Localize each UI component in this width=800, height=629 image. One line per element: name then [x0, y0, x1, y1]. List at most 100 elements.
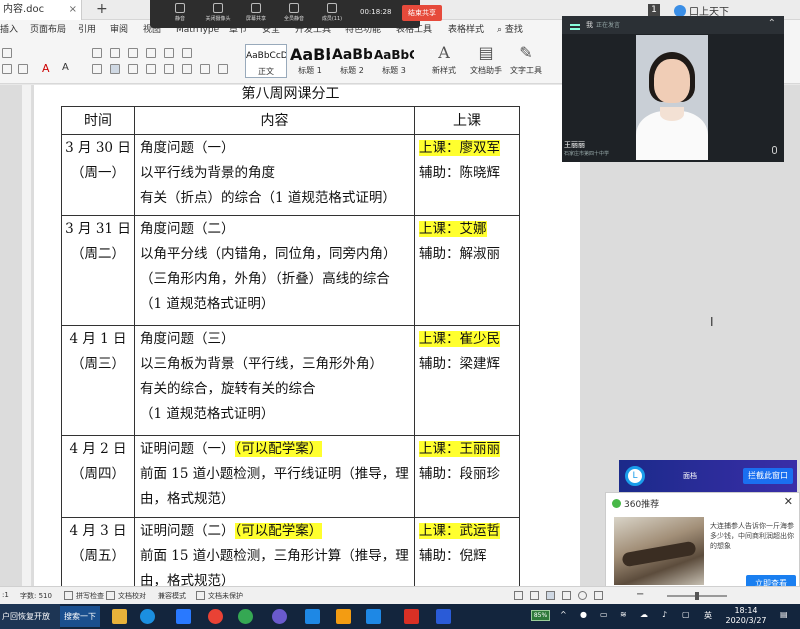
edit-icon[interactable] — [530, 591, 539, 600]
tray-app-icon[interactable]: ● — [580, 610, 587, 619]
content-cell[interactable]: 角度问题（一） 以平行线为背景的角度 有关（折点）的综合（1 道规范格式证明） — [134, 133, 415, 216]
table-row[interactable]: 3 月 31 日 （周二） 角度问题（二） 以角平分线（内错角，同位角，同旁内角… — [61, 214, 520, 326]
style-heading-2[interactable]: AaBb( 标题 2 — [332, 44, 372, 78]
bullets-icon[interactable] — [92, 48, 102, 58]
qq-browser-icon[interactable] — [238, 609, 253, 624]
network-icon[interactable]: ▭ — [600, 610, 608, 619]
eye-icon[interactable] — [514, 591, 523, 600]
ime-indicator[interactable]: 英 — [704, 610, 712, 621]
read-view-icon[interactable] — [594, 591, 603, 600]
indent-icon[interactable] — [146, 48, 156, 58]
content-cell[interactable]: 证明问题（一）（可以配学案） 前面 15 道小题检测，平行线证明（推导，理 由，… — [134, 434, 415, 518]
menu-page-layout[interactable]: 页面布局 — [30, 20, 66, 40]
style-heading-3[interactable]: AaBbC( 标题 3 — [374, 44, 414, 78]
teacher-cell[interactable]: 上课：艾娜 辅助：解淑丽 — [414, 214, 520, 326]
page-view-icon[interactable] — [546, 591, 555, 600]
media-player-icon[interactable] — [272, 609, 287, 624]
table-row[interactable]: 4 月 3 日 （周五） 证明问题（二）（可以配学案） 前面 15 道小题检测，… — [61, 516, 520, 586]
date-cell[interactable]: 3 月 31 日 （周二） — [61, 214, 135, 326]
chrome-icon[interactable] — [208, 609, 223, 624]
justify-icon[interactable] — [146, 64, 156, 74]
table-row[interactable]: 4 月 1 日 （周三） 角度问题（三） 以三角板为背景（平行线，三角形外角） … — [61, 324, 520, 436]
zoom-out-icon[interactable]: − — [636, 589, 644, 600]
content-cell[interactable]: 证明问题（二）（可以配学案） 前面 15 道小题检测，三角形计算（推导，理 由，… — [134, 516, 415, 586]
teacher-cell[interactable]: 上课：崔少民 辅助：梁建辉 — [414, 324, 520, 436]
style-normal[interactable]: AaBbCcDd 正文 — [245, 44, 287, 78]
collapse-icon[interactable]: ⌃ — [768, 18, 776, 29]
teacher-cell[interactable]: 上课：王丽丽 辅助：段丽珍 — [414, 434, 520, 518]
protect-status[interactable]: 文档未保护 — [208, 591, 243, 601]
new-style-button[interactable]: A 新样式 — [424, 44, 464, 76]
document-page[interactable]: 第八周网课分工 时间 内容 上课 3 月 30 日 （周一） 角度问题（一） 以… — [34, 85, 580, 586]
web-view-icon[interactable] — [578, 591, 587, 600]
align-right-icon[interactable] — [128, 64, 138, 74]
content-cell[interactable]: 角度问题（三） 以三角板为背景（平行线，三角形外角） 有关的综合，旋转有关的综合… — [134, 324, 415, 436]
close-tab-icon[interactable]: × — [69, 0, 77, 20]
word-count[interactable]: 字数: 510 — [20, 591, 52, 601]
teacher-cell[interactable]: 上课：武运哲 辅助：倪辉 — [414, 516, 520, 586]
zoom-slider-knob[interactable] — [695, 592, 699, 600]
numbering-icon[interactable] — [110, 48, 120, 58]
360-browser-icon[interactable] — [140, 609, 155, 624]
office-icon[interactable] — [336, 609, 351, 624]
show-marks-icon[interactable] — [182, 48, 192, 58]
wifi-icon[interactable]: ≋ — [620, 610, 627, 619]
char-shading-icon[interactable]: A — [62, 62, 69, 73]
file-explorer-icon[interactable] — [112, 609, 127, 624]
volume-icon[interactable]: ♪ — [662, 610, 667, 619]
mute-button[interactable]: 静音 — [164, 2, 196, 22]
tray-expand-icon[interactable]: ^ — [560, 610, 567, 619]
date-cell[interactable]: 4 月 2 日 （周四） — [61, 434, 135, 518]
video-app-icon[interactable] — [176, 609, 191, 624]
document-tab[interactable]: 内容.doc × — [0, 0, 82, 20]
format-painter-icon[interactable] — [2, 48, 12, 58]
word-icon[interactable] — [436, 609, 451, 624]
teacher-cell[interactable]: 上课：廖双军 辅助：陈晓辉 — [414, 133, 520, 216]
menu-table-style[interactable]: 表格样式 — [448, 20, 484, 40]
taskbar-app-tab[interactable]: 户回恢复开放 — [0, 604, 60, 629]
display-icon[interactable]: ▢ — [682, 610, 690, 619]
table-row[interactable]: 4 月 2 日 （周四） 证明问题（一）（可以配学案） 前面 15 道小题检测，… — [61, 434, 520, 518]
dingtalk-icon[interactable] — [366, 609, 381, 624]
ad-text[interactable]: 大连捕参人告诉你一斤海参多少钱，中间商利润超出你的想象 — [710, 521, 796, 551]
line-spacing-icon[interactable] — [182, 64, 192, 74]
zoom-slider[interactable] — [667, 592, 727, 600]
page-indicator[interactable]: :1 — [2, 591, 9, 599]
battery-indicator[interactable]: 85% — [531, 610, 550, 621]
sort-icon[interactable] — [164, 48, 174, 58]
new-tab-icon[interactable]: + — [96, 0, 108, 19]
style-heading-1[interactable]: AaBb 标题 1 — [290, 44, 330, 78]
proofread-button[interactable]: 文档校对 — [118, 591, 146, 601]
menu-references[interactable]: 引用 — [78, 20, 96, 40]
feishu-icon[interactable] — [305, 609, 320, 624]
text-tool-button[interactable]: ✎ 文字工具 — [506, 44, 546, 76]
ad-image[interactable] — [614, 517, 704, 585]
block-window-button[interactable]: 拦截此窗口 — [743, 468, 793, 484]
date-cell[interactable]: 3 月 30 日 （周一） — [61, 133, 135, 216]
shading-icon[interactable] — [200, 64, 210, 74]
date-cell[interactable]: 4 月 1 日 （周三） — [61, 324, 135, 436]
mute-all-button[interactable]: 全员静音 — [278, 2, 310, 22]
doc-helper-button[interactable]: ▤ 文档助手 — [466, 44, 506, 76]
bold-icon[interactable] — [18, 64, 28, 74]
video-panel[interactable]: 我 正在发言 ⌃ 王丽丽 石家庄市第四十中学 — [562, 16, 784, 162]
align-center-icon[interactable] — [110, 64, 120, 74]
distribute-icon[interactable] — [164, 64, 174, 74]
font-color-icon[interactable]: A — [42, 62, 50, 75]
spellcheck-button[interactable]: 拼写检查 — [76, 591, 104, 601]
menu-review[interactable]: 审阅 — [110, 20, 128, 40]
content-cell[interactable]: 角度问题（二） 以角平分线（内错角，同位角，同旁内角） （三角形内角，外角）（折… — [134, 214, 415, 326]
align-left-icon[interactable] — [92, 64, 102, 74]
camera-off-button[interactable]: 关闭摄像头 — [202, 2, 234, 22]
members-button[interactable]: 成员(11) — [316, 2, 348, 22]
table-row[interactable]: 3 月 30 日 （周一） 角度问题（一） 以平行线为背景的角度 有关（折点）的… — [61, 133, 520, 216]
schedule-table[interactable]: 第八周网课分工 时间 内容 上课 3 月 30 日 （周一） 角度问题（一） 以… — [61, 85, 520, 586]
close-icon[interactable]: ✕ — [784, 495, 793, 508]
date-cell[interactable]: 4 月 3 日 （周五） — [61, 516, 135, 586]
borders-icon[interactable] — [218, 64, 228, 74]
end-share-button[interactable]: 结束共享 — [402, 5, 442, 21]
outline-view-icon[interactable] — [562, 591, 571, 600]
menu-insert[interactable]: 插入 — [0, 20, 18, 40]
screen-share-button[interactable]: 屏幕共享 — [240, 2, 272, 22]
taskbar-clock[interactable]: 18:14 2020/3/27 — [721, 606, 771, 626]
